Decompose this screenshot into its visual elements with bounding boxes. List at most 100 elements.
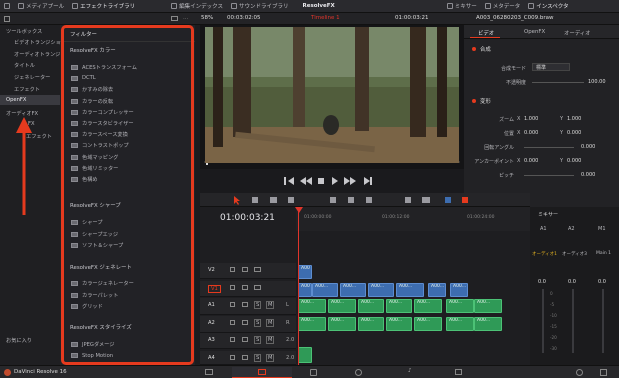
track-id[interactable]: A1: [208, 302, 215, 308]
media-page-icon[interactable]: [205, 369, 213, 375]
deliver-page-icon[interactable]: [455, 369, 462, 375]
tab-audio[interactable]: オーディオ: [564, 29, 591, 37]
track-id[interactable]: A4: [208, 355, 215, 361]
audio-clip[interactable]: A00...: [414, 299, 442, 313]
solo-button[interactable]: S: [254, 336, 262, 344]
transform-enabled-icon[interactable]: [472, 99, 476, 103]
audio-clip[interactable]: A00...: [474, 317, 502, 331]
solo-button[interactable]: S: [254, 301, 262, 309]
lock-icon[interactable]: [230, 355, 235, 360]
position-x-value[interactable]: 0.000: [524, 130, 538, 136]
audio-clip[interactable]: A00...: [446, 317, 474, 331]
track-id[interactable]: A3: [208, 337, 215, 343]
metadata-button[interactable]: メタデータ: [481, 0, 525, 13]
video-clip[interactable]: A00...: [340, 283, 366, 297]
audio-clip[interactable]: A00...: [328, 299, 356, 313]
position-y-value[interactable]: 0.000: [567, 130, 581, 136]
track-visibility-icon[interactable]: [254, 285, 261, 290]
effects-library-button[interactable]: エフェクトライブラリ: [68, 0, 139, 13]
auto-select-icon[interactable]: [242, 320, 248, 325]
timeline-timecode[interactable]: 01:00:03:21: [220, 213, 275, 223]
video-clip[interactable]: A00...: [368, 283, 394, 297]
opacity-value[interactable]: 100.00: [588, 79, 606, 85]
track-id[interactable]: A2: [208, 320, 215, 326]
tree-item-titles[interactable]: タイトル: [14, 62, 35, 69]
composite-enabled-icon[interactable]: [472, 47, 476, 51]
audio-clip[interactable]: A00...: [386, 317, 412, 331]
tree-item-generators[interactable]: ジェネレーター: [14, 74, 50, 81]
tree-item-audio-fx[interactable]: オーディオFX: [6, 110, 38, 117]
audio-clip[interactable]: A00...: [414, 317, 442, 331]
audio-clip[interactable]: A00...: [328, 317, 356, 331]
audio-clip[interactable]: A00...: [298, 299, 326, 313]
tree-item-audio-transitions[interactable]: オーディオトランジ...: [14, 51, 65, 58]
track-visibility-icon[interactable]: [254, 267, 261, 272]
lock-icon[interactable]: [230, 320, 235, 325]
video-clip[interactable]: A00: [298, 283, 312, 297]
video-clip[interactable]: A00: [298, 265, 312, 279]
fader-a1[interactable]: [542, 289, 544, 353]
list-view-icon[interactable]: [171, 16, 178, 21]
fusion-page-icon[interactable]: [310, 369, 317, 376]
color-page-icon[interactable]: [355, 369, 362, 376]
pitch-value[interactable]: 0.000: [581, 172, 595, 178]
video-clip[interactable]: A00...: [450, 283, 468, 297]
workspace-toggle-button[interactable]: [0, 0, 14, 13]
inspector-button[interactable]: インスペクタ: [524, 0, 572, 13]
mixer-button[interactable]: ミキサー: [443, 0, 481, 13]
tab-video[interactable]: ビデオ: [478, 29, 494, 37]
mixer-db-a1[interactable]: 0.0: [538, 279, 546, 285]
anchor-y-value[interactable]: 0.000: [567, 158, 581, 164]
audio-clip[interactable]: A00...: [298, 317, 326, 331]
mute-button[interactable]: M: [266, 354, 275, 362]
settings-icon[interactable]: [600, 369, 607, 376]
audio-clip[interactable]: [298, 347, 312, 363]
track-id[interactable]: V1: [208, 285, 221, 293]
video-clip[interactable]: A00...: [396, 283, 424, 297]
auto-select-icon[interactable]: [242, 267, 248, 272]
edit-tool-icons[interactable]: [230, 196, 520, 205]
tree-item-openfx[interactable]: OpenFX: [6, 97, 26, 103]
mixer-db-a2[interactable]: 0.0: [568, 279, 576, 285]
auto-select-icon[interactable]: [242, 285, 248, 290]
tree-item-favorites[interactable]: お気に入り: [6, 337, 32, 344]
audio-clip[interactable]: A00...: [358, 317, 384, 331]
tree-item-effects[interactable]: エフェクト: [14, 86, 40, 93]
lock-icon[interactable]: [230, 302, 235, 307]
tree-item-toolbox[interactable]: ツールボックス: [6, 28, 42, 35]
playhead[interactable]: [298, 207, 299, 365]
zoom-x-value[interactable]: 1.000: [524, 116, 538, 122]
mute-button[interactable]: M: [266, 301, 275, 309]
auto-select-icon[interactable]: [242, 302, 248, 307]
rotation-value[interactable]: 0.000: [581, 144, 595, 150]
panel-toggle-icon[interactable]: [4, 16, 10, 22]
solo-button[interactable]: S: [254, 319, 262, 327]
audio-clip[interactable]: A00...: [446, 299, 474, 313]
project-manager-icon[interactable]: [576, 369, 583, 376]
video-clip[interactable]: A00...: [428, 283, 446, 297]
tab-openfx[interactable]: OpenFX: [524, 29, 545, 35]
mute-button[interactable]: M: [266, 336, 275, 344]
edit-index-button[interactable]: 編集インデックス: [167, 0, 227, 13]
timeline-name[interactable]: Timeline 1: [311, 15, 340, 21]
transport-buttons[interactable]: [284, 176, 384, 186]
video-clip[interactable]: A00...: [312, 283, 338, 297]
more-options-icon[interactable]: ···: [183, 16, 188, 22]
zoom-level[interactable]: 58%: [201, 15, 213, 21]
auto-select-icon[interactable]: [242, 355, 248, 360]
audio-clip[interactable]: A00...: [474, 299, 502, 313]
composite-mode-select[interactable]: 標準: [532, 63, 570, 71]
media-pool-button[interactable]: メディアプール: [14, 0, 68, 13]
solo-button[interactable]: S: [254, 354, 262, 362]
mute-button[interactable]: M: [266, 319, 275, 327]
mixer-db-m1[interactable]: 0.0: [598, 279, 606, 285]
opacity-slider[interactable]: [532, 82, 584, 83]
section-transform[interactable]: 変形: [480, 97, 491, 105]
lock-icon[interactable]: [230, 267, 235, 272]
fairlight-page-icon[interactable]: ♪: [408, 368, 412, 374]
playhead-handle[interactable]: [295, 207, 303, 213]
lock-icon[interactable]: [230, 337, 235, 342]
zoom-y-value[interactable]: 1.000: [567, 116, 581, 122]
rotation-slider[interactable]: [524, 147, 574, 148]
fader-a2[interactable]: [572, 289, 574, 353]
